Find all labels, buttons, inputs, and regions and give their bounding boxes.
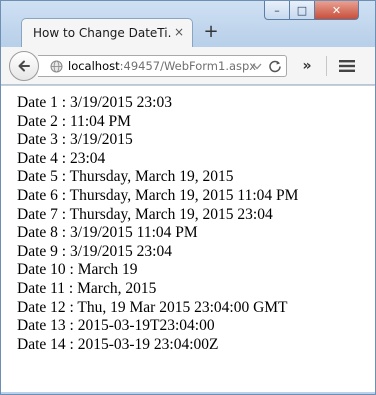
- new-tab-button[interactable]: +: [201, 22, 221, 42]
- url-path: :49457/WebForm1.aspx: [119, 59, 257, 73]
- tab-close-icon[interactable]: ×: [172, 25, 186, 39]
- url-host: localhost: [68, 59, 120, 73]
- date-line: Date 6 : Thursday, March 19, 2015 11:04 …: [17, 186, 299, 204]
- menu-icon[interactable]: [338, 59, 356, 73]
- minimize-button[interactable]: –: [264, 1, 290, 20]
- date-line: Date 9 : 3/19/2015 23:04: [17, 242, 172, 260]
- date-line: Date 11 : March, 2015: [17, 279, 157, 297]
- close-window-button[interactable]: ✕: [315, 1, 359, 20]
- date-line: Date 2 : 11:04 PM: [17, 112, 131, 130]
- navigation-toolbar: localhost:49457/WebForm1.aspx »: [1, 47, 375, 85]
- window-controls: – □ ✕: [264, 1, 359, 20]
- date-line: Date 7 : Thursday, March 19, 2015 23:04: [17, 205, 273, 223]
- reload-icon[interactable]: [268, 59, 282, 73]
- url-bar[interactable]: localhost:49457/WebForm1.aspx: [38, 55, 287, 77]
- url-text[interactable]: localhost:49457/WebForm1.aspx: [68, 59, 256, 73]
- date-line: Date 12 : Thu, 19 Mar 2015 23:04:00 GMT: [17, 298, 288, 316]
- date-line: Date 14 : 2015-03-19 23:04:00Z: [17, 335, 219, 353]
- tab-title: How to Change DateTi...: [33, 26, 171, 40]
- date-line: Date 5 : Thursday, March 19, 2015: [17, 168, 234, 186]
- date-line: Date 10 : March 19: [17, 261, 138, 279]
- dropdown-icon[interactable]: [251, 60, 263, 72]
- globe-icon: [50, 60, 63, 73]
- back-button[interactable]: [9, 51, 39, 81]
- browser-window: – □ ✕ How to Change DateTi... × + localh…: [0, 0, 376, 395]
- date-list: Date 1 : 3/19/2015 23:03 Date 2 : 11:04 …: [17, 94, 298, 354]
- date-line: Date 8 : 3/19/2015 11:04 PM: [17, 224, 198, 242]
- date-line: Date 13 : 2015-03-19T23:04:00: [17, 317, 215, 335]
- maximize-button[interactable]: □: [290, 1, 315, 20]
- back-arrow-icon: [18, 60, 30, 72]
- date-line: Date 3 : 3/19/2015: [17, 131, 133, 149]
- date-line: Date 1 : 3/19/2015 23:03: [17, 94, 172, 111]
- page-content: Date 1 : 3/19/2015 23:03 Date 2 : 11:04 …: [1, 86, 375, 394]
- overflow-icon[interactable]: »: [297, 56, 317, 76]
- window-bottom-border: [1, 392, 375, 394]
- browser-tab[interactable]: How to Change DateTi... ×: [21, 18, 193, 47]
- toolbar-divider: [326, 56, 327, 76]
- title-bar: – □ ✕ How to Change DateTi... × +: [1, 1, 375, 47]
- date-line: Date 4 : 23:04: [17, 149, 106, 167]
